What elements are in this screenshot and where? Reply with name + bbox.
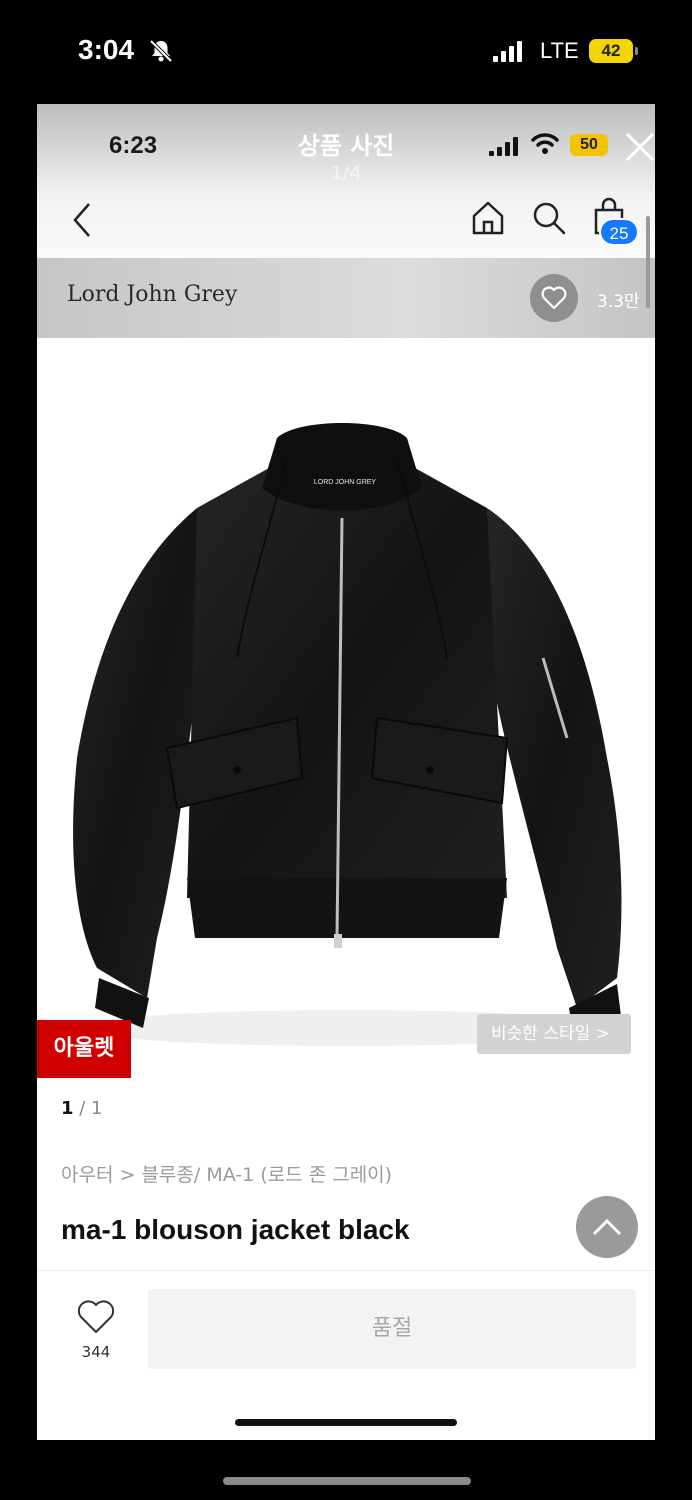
bottom-action-bar: 344 품절	[37, 1270, 655, 1440]
image-counter: 1 / 1	[61, 1098, 103, 1119]
network-type: LTE	[540, 38, 579, 63]
product-title: ma-1 blouson jacket black	[61, 1214, 410, 1245]
heart-icon	[541, 286, 567, 310]
outer-home-indicator	[223, 1477, 471, 1485]
wifi-icon	[531, 133, 559, 154]
battery-indicator: 42	[589, 39, 638, 63]
collar-label: LORD JOHN GREY	[314, 479, 377, 486]
signal-icon	[489, 136, 519, 156]
chevron-up-icon	[592, 1218, 622, 1236]
brand-name[interactable]: Lord John Grey	[67, 282, 237, 307]
category-breadcrumb[interactable]: 아우터 > 블루종/ MA-1 (로드 존 그레이)	[61, 1160, 392, 1187]
outer-time: 3:04	[78, 34, 135, 65]
cart-count-badge: 25	[599, 218, 639, 246]
outer-status-bar: 3:04 LTE 42	[0, 0, 692, 104]
signal-icon	[493, 40, 523, 62]
battery-indicator: 50	[570, 134, 608, 156]
close-icon[interactable]	[623, 130, 655, 164]
brand-like-count: 3.3만	[597, 292, 640, 312]
app-header: 6:23 상품 사진 1/4 50	[37, 104, 655, 258]
product-image[interactable]: LORD JOHN GREY	[37, 338, 655, 1084]
like-count: 344	[81, 1343, 111, 1361]
app-screen: 6:23 상품 사진 1/4 50 25 Lord John Grey 3.3만…	[37, 104, 655, 1440]
home-indicator	[235, 1419, 457, 1426]
back-icon[interactable]	[69, 200, 97, 240]
outlet-badge: 아울렛	[37, 1020, 131, 1078]
home-icon[interactable]	[471, 200, 505, 236]
search-icon[interactable]	[531, 200, 567, 236]
scrollbar[interactable]	[646, 216, 650, 308]
viewer-counter: 1/4	[330, 162, 362, 184]
brand-bar[interactable]: Lord John Grey 3.3만	[37, 258, 655, 338]
image-total: / 1	[79, 1098, 103, 1119]
image-index: 1	[61, 1098, 74, 1119]
viewer-title: 상품 사진	[297, 132, 395, 160]
heart-icon[interactable]	[77, 1299, 115, 1335]
sold-out-button[interactable]: 품절	[148, 1289, 636, 1369]
bell-slash-icon	[149, 39, 173, 63]
scroll-top-button[interactable]	[576, 1196, 638, 1258]
similar-style-button[interactable]: 비슷한 스타일 >	[477, 1014, 631, 1054]
brand-like-button[interactable]	[530, 274, 578, 322]
